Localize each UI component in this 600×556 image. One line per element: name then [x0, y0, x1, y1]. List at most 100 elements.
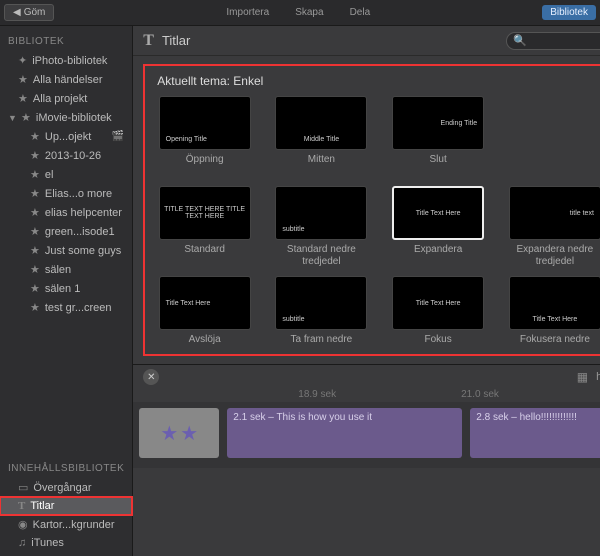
tile-label: Mitten	[308, 154, 335, 176]
star-icon: ★	[30, 282, 40, 295]
section-bibliotek: BIBLIOTEK	[0, 32, 132, 51]
star-icon: ★	[30, 168, 40, 181]
sidebar-item-kartor[interactable]: ◉Kartor...kgrunder	[0, 515, 132, 534]
title-tile[interactable]: Title Text HereExpandera	[387, 186, 490, 266]
title-clip[interactable]: 2.1 sek – This is how you use it	[227, 408, 462, 458]
panel-title: Aktuellt tema: Enkel	[153, 72, 600, 96]
tile-label: Fokus	[425, 334, 452, 346]
music-icon: ♫	[18, 537, 26, 549]
media-thumbnail[interactable]: ★ ★	[139, 408, 219, 458]
grid-view-icon[interactable]: ▦	[577, 370, 588, 384]
time-mark: 18.9 sek	[298, 389, 336, 400]
title-thumbnail: Ending Title	[392, 96, 484, 150]
sidebar-item-titlar[interactable]: TTitlar	[0, 497, 132, 515]
title-thumbnail: Title Text Here	[509, 276, 600, 330]
sidebar-item-iphoto[interactable]: ✦iPhoto-bibliotek	[0, 51, 132, 70]
title-thumbnail: Title Text Here	[159, 276, 251, 330]
tile-label: Avslöja	[189, 334, 221, 346]
star-icon: ★	[30, 244, 40, 257]
sidebar-item-date[interactable]: ★2013-10-26	[0, 146, 132, 165]
title-tile[interactable]: TITLE TEXT HERE TITLE TEXT HERE Standard	[153, 186, 256, 266]
tile-label: Slut	[430, 154, 447, 176]
title-tile[interactable]: title text Expandera nedre tredjedel	[504, 186, 600, 266]
sidebar-item-test-green[interactable]: ★test gr...creen	[0, 298, 132, 317]
tile-label: Öppning	[186, 154, 224, 176]
toolbar-center: Importera Skapa Dela	[54, 7, 542, 18]
sidebar-item-imovie-bibliotek[interactable]: ▼★iMovie-bibliotek	[0, 108, 132, 127]
sidebar-item-alla-projekt[interactable]: ★Alla projekt	[0, 89, 132, 108]
sparkle-icon: ✦	[18, 54, 27, 67]
disclosure-icon[interactable]: ▼	[8, 113, 16, 123]
title-tile[interactable]: subtitle Standard nedre tredjedel	[270, 186, 373, 266]
star-icon: ★	[180, 421, 198, 446]
content-area: T Titlar 🔍 Aktuellt tema: Enkel Opening …	[133, 26, 600, 556]
clapper-icon: 🎬	[112, 131, 124, 142]
time-ruler: 18.9 sek 21.0 sek	[133, 389, 600, 402]
create-button[interactable]: Skapa	[295, 7, 323, 18]
title-tile[interactable]: Title Text Here Avslöja	[153, 276, 256, 346]
toolbar: ◀ Göm Importera Skapa Dela Bibliotek	[0, 0, 600, 26]
content-header: T Titlar 🔍	[133, 26, 600, 56]
chevron-left-icon: ◀	[13, 7, 21, 18]
tile-label: Standard nedre tredjedel	[270, 244, 373, 266]
sidebar: BIBLIOTEK ✦iPhoto-bibliotek ★Alla händel…	[0, 26, 133, 556]
title-thumbnail: Middle Title	[275, 96, 367, 150]
sidebar-item-just-some-guys[interactable]: ★Just some guys	[0, 241, 132, 260]
sidebar-item-elias-more[interactable]: ★Elias...o more	[0, 184, 132, 203]
title-thumbnail: title text	[509, 186, 600, 240]
title-tile[interactable]: Middle Title Mitten	[270, 96, 373, 176]
sidebar-item-overgangar[interactable]: ▭Övergångar	[0, 478, 132, 497]
tile-label: Ta fram nedre	[291, 334, 353, 346]
sidebar-item-salen[interactable]: ★sälen	[0, 260, 132, 279]
share-button[interactable]: Dela	[350, 7, 371, 18]
star-icon: ★	[30, 263, 40, 276]
title-tile[interactable]: Opening Title Öppning	[153, 96, 256, 176]
title-tile[interactable]: subtitle Ta fram nedre	[270, 276, 373, 346]
titles-grid: Opening Title Öppning Middle Title Mitten En…	[153, 96, 600, 346]
tile-label: Standard	[184, 244, 225, 266]
content-title: Titlar	[162, 33, 498, 48]
sidebar-item-el[interactable]: ★el	[0, 165, 132, 184]
title-thumbnail: Title Text Here	[392, 186, 484, 240]
sidebar-item-elias-helpcenter[interactable]: ★elias helpcenter	[0, 203, 132, 222]
time-mark: 21.0 sek	[461, 389, 499, 400]
titles-panel: Aktuellt tema: Enkel Opening Title Öppnin…	[143, 64, 600, 356]
tile-label: Fokusera nedre	[520, 334, 590, 346]
sidebar-item-alla-handelser[interactable]: ★Alla händelser	[0, 70, 132, 89]
title-tile[interactable]: Title Text Here Fokusera nedre	[504, 276, 600, 346]
star-icon: ★	[30, 149, 40, 162]
search-icon: 🔍	[513, 34, 527, 47]
title-thumbnail: subtitle	[275, 276, 367, 330]
title-tile[interactable]: Title Text Here Fokus	[387, 276, 490, 346]
star-icon: ★	[30, 206, 40, 219]
tile-label: Expandera nedre tredjedel	[504, 244, 600, 266]
sidebar-item-project[interactable]: ★Up...ojekt🎬	[0, 127, 132, 146]
title-thumbnail: subtitle	[275, 186, 367, 240]
section-innehall: INNEHÅLLSBIBLIOTEK	[0, 459, 132, 478]
title-tile[interactable]: Ending Title Slut	[387, 96, 490, 176]
title-clip[interactable]: 2.8 sek – hello!!!!!!!!!!!!!	[470, 408, 600, 458]
import-button[interactable]: Importera	[226, 7, 269, 18]
hide-label: Göm	[24, 7, 46, 18]
close-button[interactable]: ✕	[143, 369, 159, 385]
timeline-toolbar: ✕ ▦ how	[133, 364, 600, 389]
transitions-icon: ▭	[18, 481, 28, 494]
star-icon: ★	[30, 225, 40, 238]
sidebar-item-green-episode[interactable]: ★green...isode1	[0, 222, 132, 241]
titles-icon: T	[143, 32, 154, 50]
title-thumbnail: TITLE TEXT HERE TITLE TEXT HERE	[159, 186, 251, 240]
timeline[interactable]: ★ ★ 2.1 sek – This is how you use it 2.8…	[133, 402, 600, 468]
title-thumbnail: Opening Title	[159, 96, 251, 150]
star-icon: ★	[18, 92, 28, 105]
library-button[interactable]: Bibliotek	[542, 5, 596, 20]
sidebar-item-itunes[interactable]: ♫iTunes	[0, 534, 132, 552]
star-icon: ★	[30, 187, 40, 200]
sidebar-item-salen1[interactable]: ★sälen 1	[0, 279, 132, 298]
search-input[interactable]: 🔍	[506, 32, 600, 50]
globe-icon: ◉	[18, 518, 28, 531]
star-icon: ★	[30, 130, 40, 143]
title-thumbnail: Title Text Here	[392, 276, 484, 330]
star-icon: ★	[18, 73, 28, 86]
star-icon: ★	[160, 421, 178, 446]
hide-button[interactable]: ◀ Göm	[4, 4, 54, 21]
